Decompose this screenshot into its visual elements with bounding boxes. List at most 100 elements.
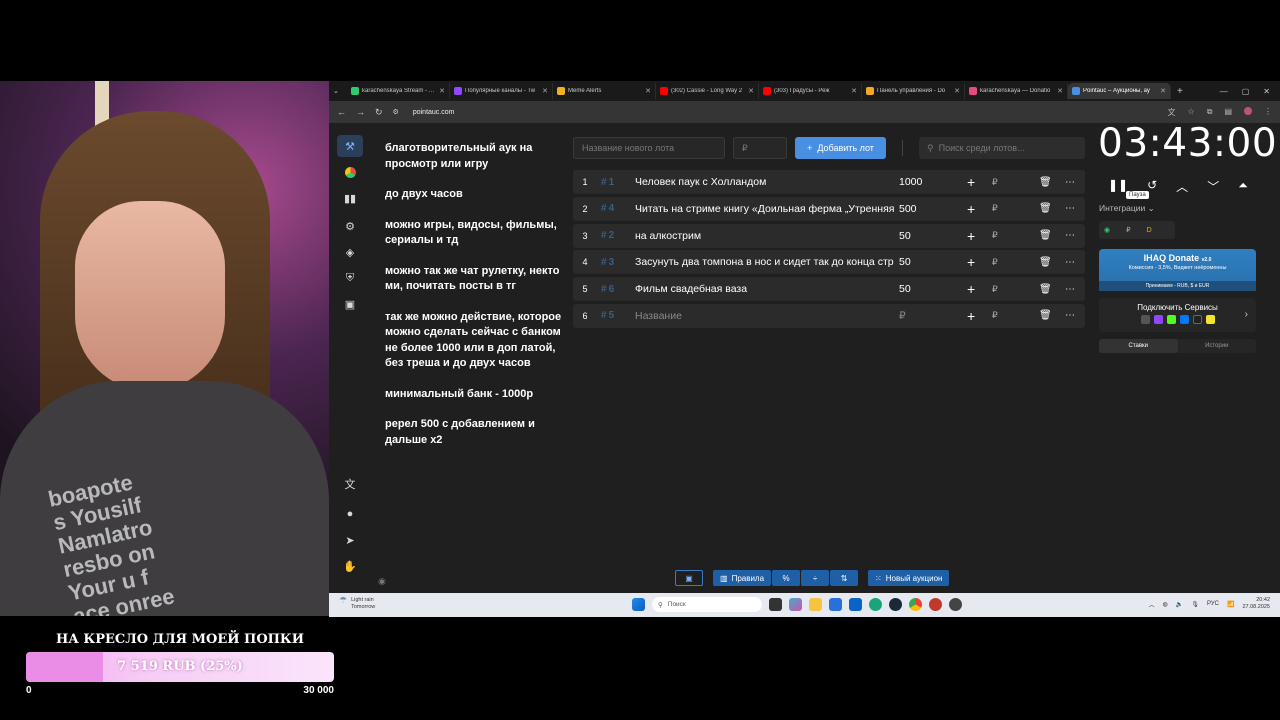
copilot-icon[interactable] [789, 598, 802, 611]
browser-tab[interactable]: (303) Градусы - Реж ✕ [759, 83, 862, 99]
steam-icon[interactable] [889, 598, 902, 611]
tab-close-icon[interactable]: ✕ [439, 87, 445, 95]
browser-tab[interactable]: karachenskaya — Donatio ✕ [965, 83, 1068, 99]
delete-icon[interactable]: 🗑 [1039, 284, 1052, 295]
wifi-icon[interactable]: 📶 [1227, 601, 1234, 608]
lot-name[interactable]: на алкострим [635, 230, 897, 242]
wheel-icon[interactable] [337, 161, 363, 183]
github-icon[interactable]: ● [337, 503, 363, 525]
browser-tab[interactable]: Meme Alerts ✕ [553, 83, 656, 99]
lot-amount[interactable]: 50 [897, 230, 957, 242]
shield-icon[interactable]: ⛨ [337, 267, 363, 289]
lot-row[interactable]: 4 #3 Засунуть два томпона в нос и сидет та… [573, 250, 1085, 275]
split-button[interactable]: ÷ [801, 570, 830, 586]
hand-icon[interactable]: ✋ [337, 555, 363, 577]
more-icon[interactable]: ⋯ [1065, 310, 1075, 321]
lot-amount[interactable]: 50 [897, 283, 957, 295]
lot-name[interactable]: Человек паук с Холландом [635, 176, 897, 188]
add-amount-icon[interactable]: + [967, 228, 975, 244]
tab-history[interactable]: Истории [1178, 339, 1257, 353]
tab-close-icon[interactable]: ✕ [645, 87, 651, 95]
auction-hammer-icon[interactable]: ⚒ [337, 135, 363, 157]
lot-row[interactable]: 3 #2 на алкострим 50 + ₽ 🗑 ⋯ [573, 223, 1085, 248]
minimize-icon[interactable]: — [1220, 87, 1228, 96]
language-icon[interactable]: 文 [337, 473, 363, 495]
lot-amount[interactable]: ₽ [897, 310, 957, 322]
lot-amount[interactable]: 500 [897, 203, 957, 215]
tab-close-icon[interactable]: ✕ [542, 87, 548, 95]
browser-tab[interactable]: (302) Cassie - Long Way 2 ✕ [656, 83, 759, 99]
new-auction-button[interactable]: ⁙ Новый аукцион [868, 570, 950, 586]
tab-close-icon[interactable]: ✕ [851, 87, 857, 95]
app-icon[interactable] [949, 598, 962, 611]
more-icon[interactable]: ⋯ [1065, 230, 1075, 241]
tab-bets[interactable]: Ставки [1099, 339, 1178, 353]
obs-icon[interactable] [929, 598, 942, 611]
network-icon[interactable]: ◍ [1163, 601, 1168, 608]
sort-button[interactable]: ⇅ [830, 570, 859, 586]
extensions-icon[interactable]: ⧉ [1207, 107, 1213, 118]
chevron-down-icon[interactable]: ﹀ [1207, 178, 1219, 195]
tab-close-icon[interactable]: ✕ [954, 87, 960, 95]
close-window-icon[interactable]: ✕ [1263, 87, 1270, 96]
windows-start-icon[interactable] [632, 598, 645, 611]
history-icon[interactable]: ▣ [337, 293, 363, 315]
profile-avatar[interactable] [1244, 106, 1252, 115]
delete-icon[interactable]: 🗑 [1039, 310, 1052, 321]
tab-close-icon[interactable]: ✕ [1160, 87, 1166, 95]
add-amount-icon[interactable]: + [967, 201, 975, 217]
back-icon[interactable]: ← [337, 107, 346, 117]
clock[interactable]: 20:42 27.08.2025 [1242, 597, 1270, 611]
add-lot-button[interactable]: + Добавить лот [795, 137, 886, 159]
sidebar-icon[interactable]: ▤ [1224, 107, 1232, 118]
lot-row[interactable]: 2 #4 Читать на стриме книгу «Доильная ферм… [573, 196, 1085, 221]
store-icon[interactable] [829, 598, 842, 611]
bookmark-icon[interactable]: ☆ [1188, 107, 1195, 118]
mic-icon[interactable]: 🎙 [1191, 601, 1199, 608]
menu-icon[interactable]: ⋮ [1264, 107, 1272, 118]
percent-button[interactable]: % [772, 570, 801, 586]
tab-close-icon[interactable]: ✕ [1057, 87, 1063, 95]
lot-name[interactable]: Засунуть два томпона в нос и сидет так д… [635, 256, 897, 268]
tray-expand-icon[interactable]: ︿ [1149, 600, 1155, 609]
eye-icon[interactable]: ◉ [378, 576, 386, 587]
forward-icon[interactable]: → [356, 107, 365, 117]
lot-amount[interactable]: 1000 [897, 176, 957, 188]
stats-icon[interactable]: ▮▮ [337, 187, 363, 209]
reload-icon[interactable]: ↻ [375, 107, 383, 118]
add-amount-icon[interactable]: + [967, 174, 975, 190]
chrome-icon[interactable] [909, 598, 922, 611]
delete-icon[interactable]: 🗑 [1039, 257, 1052, 268]
language-indicator[interactable]: РУС [1207, 601, 1219, 607]
more-icon[interactable]: ⋯ [1065, 284, 1075, 295]
more-icon[interactable]: ⋯ [1065, 257, 1075, 268]
lot-price-input[interactable]: ₽ [733, 137, 787, 159]
url-text[interactable]: pointauc.com [413, 109, 455, 116]
browser-tab[interactable]: Pointauc – Аукционы, ау ✕ [1068, 83, 1171, 99]
more-icon[interactable]: ⋯ [1065, 203, 1075, 214]
volume-icon[interactable]: 🔈 [1176, 601, 1183, 608]
integrations-status[interactable]: ◉ ₽ D [1099, 221, 1175, 239]
browser-tab[interactable]: Панель управления - Do ✕ [862, 83, 965, 99]
edge-icon[interactable] [869, 598, 882, 611]
add-amount-icon[interactable]: + [967, 281, 975, 297]
outlook-icon[interactable] [849, 598, 862, 611]
save-button[interactable]: ▣ [675, 570, 703, 586]
settings-icon[interactable]: ⚙ [337, 215, 363, 237]
weather-widget[interactable]: ☂ Light rain Tomorrow [339, 596, 375, 611]
maximize-icon[interactable]: ▢ [1242, 87, 1250, 96]
site-info-icon[interactable]: ⚙ [393, 108, 399, 116]
delete-icon[interactable]: 🗑 [1039, 230, 1052, 241]
lot-row[interactable]: 6 #5 Название ₽ + ₽ 🗑 ⋯ [573, 303, 1085, 328]
connect-services-card[interactable]: Подключить Сервисы › [1099, 298, 1256, 332]
chevron-up-icon[interactable]: ︿ [1176, 178, 1188, 195]
lot-search-input[interactable]: ⚲ Поиск среди лотов... [919, 137, 1085, 159]
lot-row[interactable]: 5 #6 Фильм свадебная ваза 50 + ₽ 🗑 ⋯ [573, 277, 1085, 302]
more-icon[interactable]: ⋯ [1065, 177, 1075, 188]
browser-tab[interactable]: karachenskaya Stream - Tw ✕ [347, 83, 450, 99]
delete-icon[interactable]: 🗑 [1039, 177, 1052, 188]
lot-name[interactable]: Читать на стриме книгу «Доильная ферма „… [635, 203, 897, 215]
tab-list-icon[interactable]: ⌄ [333, 87, 347, 95]
file-explorer-icon[interactable] [809, 598, 822, 611]
taskbar-search[interactable]: ⚲ Поиск [652, 597, 762, 612]
